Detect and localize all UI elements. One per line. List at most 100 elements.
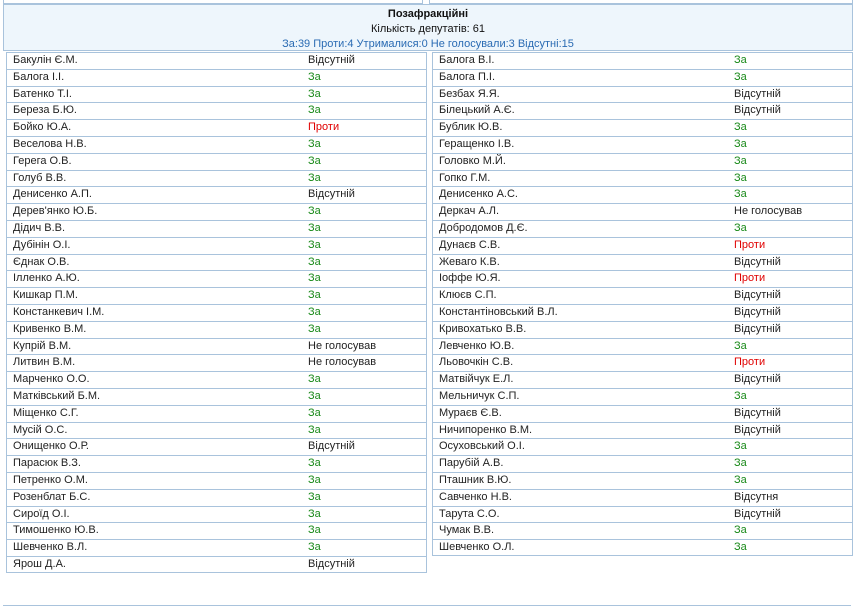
deputy-name: Балога І.І. <box>13 70 65 83</box>
deputy-vote: Проти <box>734 272 766 285</box>
deputy-row: Бойко Ю.А. Проти <box>6 119 427 136</box>
faction-title: Позафракційні <box>387 8 469 20</box>
deputy-vote: За <box>734 54 747 66</box>
deputy-vote: За <box>734 171 747 184</box>
deputy-name: Дунаєв С.В. <box>439 238 501 251</box>
deputy-name: Балога П.І. <box>439 70 496 83</box>
deputy-row: Тимошенко Ю.В. За <box>6 522 427 540</box>
deputy-row: Балога П.І. За <box>432 68 853 86</box>
deputy-row: Литвин В.М. Не голосував <box>6 354 427 372</box>
deputy-name: Міщенко С.Г. <box>13 406 79 419</box>
deputy-row: Савченко Н.В. Відсутня <box>432 488 853 506</box>
deputy-name: Кишкар П.М. <box>13 289 78 302</box>
deputies-column-left: Бакулін Є.М. Відсутній Балога І.І. За Батенк… <box>6 52 427 573</box>
deputy-name: Мураєв Є.В. <box>439 406 502 419</box>
deputy-row: Ярош Д.А. Відсутній <box>6 555 427 573</box>
deputy-vote: За <box>308 70 321 83</box>
deputy-name: Мельничук С.П. <box>439 389 520 402</box>
deputy-name: Льовочкін С.В. <box>439 356 514 369</box>
deputy-vote: За <box>308 507 321 520</box>
deputy-row: Шевченко О.Л. За <box>432 539 853 556</box>
deputy-name: Осуховський О.І. <box>439 440 525 453</box>
vote-summary: За:39 Проти:4 Утрималися:0 Не голосували… <box>282 38 574 50</box>
deputy-name: Шевченко В.Л. <box>13 541 88 554</box>
deputy-row: Дерев'янко Ю.Б. За <box>6 203 427 220</box>
deputy-name: Петренко О.М. <box>13 473 88 486</box>
deputy-vote: Відсутній <box>734 87 781 100</box>
deputy-row: Осуховський О.І. За <box>432 438 853 456</box>
deputy-row: Білецький А.Є. Відсутній <box>432 102 853 120</box>
deputy-name: Савченко Н.В. <box>439 490 512 503</box>
deputy-vote: За <box>308 137 321 150</box>
deputy-vote: За <box>308 272 321 285</box>
deputy-row: Онищенко О.Р. Відсутній <box>6 438 427 456</box>
deputy-row: Герега О.В. За <box>6 152 427 170</box>
deputy-vote: За <box>734 473 747 486</box>
deputy-vote: Відсутня <box>734 490 779 503</box>
deputy-row: Кишкар П.М. За <box>6 287 427 304</box>
deputy-vote: Відсутній <box>308 557 355 570</box>
deputy-row: Єднак О.В. За <box>6 253 427 271</box>
deputy-name: Єднак О.В. <box>13 255 70 268</box>
deputy-vote: За <box>734 524 747 537</box>
deputy-name: Парубій А.В. <box>439 457 504 470</box>
deputy-vote: За <box>308 238 321 251</box>
deputy-vote: За <box>734 121 747 134</box>
deputy-name: Пташник В.Ю. <box>439 473 512 486</box>
deputy-name: Жеваго К.В. <box>439 255 500 268</box>
deputy-name: Левченко Ю.В. <box>439 339 515 352</box>
deputy-vote: За <box>308 221 321 234</box>
deputy-name: Дубінін О.І. <box>13 238 71 251</box>
deputy-name: Геращенко І.В. <box>439 137 515 150</box>
deputy-name: Гопко Г.М. <box>439 171 491 184</box>
deputy-vote: За <box>308 373 321 386</box>
deputy-vote: Не голосував <box>734 205 803 218</box>
deputy-vote: Відсутній <box>734 507 781 520</box>
deputy-row: Марченко О.О. За <box>6 371 427 388</box>
deputy-row: Кривохатько В.В. Відсутній <box>432 320 853 338</box>
deputy-name: Купрій В.М. <box>13 339 72 352</box>
deputy-row: Мусій О.С. За <box>6 421 427 439</box>
deputy-vote: За <box>734 389 747 402</box>
deputy-name: Денисенко А.П. <box>13 188 92 201</box>
deputy-row: Ілленко А.Ю. За <box>6 270 427 288</box>
deputy-vote: Не голосував <box>308 356 377 369</box>
deputy-row: Льовочкін С.В. Проти <box>432 354 853 372</box>
deputy-name: Кривенко В.М. <box>13 322 87 335</box>
deputy-name: Мусій О.С. <box>13 423 68 436</box>
deputy-vote: За <box>734 457 747 470</box>
deputy-row: Дідич В.В. За <box>6 219 427 237</box>
deputy-vote: За <box>734 339 747 352</box>
deputy-row: Голуб В.В. За <box>6 169 427 187</box>
deputy-name: Онищенко О.Р. <box>13 440 89 453</box>
deputy-row: Батенко Т.І. За <box>6 85 427 103</box>
deputy-name: Розенблат Б.С. <box>13 490 91 503</box>
deputy-vote: Відсутній <box>734 289 781 302</box>
deputy-row: Константіновський В.Л. Відсутній <box>432 303 853 321</box>
deputy-row: Тарута С.О. Відсутній <box>432 505 853 523</box>
deputy-name: Деркач А.Л. <box>439 205 500 218</box>
deputy-name: Батенко Т.І. <box>13 87 72 100</box>
deputy-vote: Проти <box>308 121 340 134</box>
deputy-vote: За <box>734 440 747 453</box>
deputy-row: Денисенко А.П. Відсутній <box>6 186 427 204</box>
deputy-vote: За <box>308 154 321 167</box>
deputy-vote: За <box>734 188 747 201</box>
deputy-name: Дерев'янко Ю.Б. <box>13 205 98 218</box>
deputy-row: Деркач А.Л. Не голосував <box>432 203 853 220</box>
deputy-row: Левченко Ю.В. За <box>432 337 853 355</box>
deputy-row: Констанкевич І.М. За <box>6 303 427 321</box>
deputies-count: Кількість депутатів: 61 <box>370 23 486 35</box>
deputy-vote: Не голосував <box>308 339 377 352</box>
deputy-vote: Відсутній <box>308 54 355 66</box>
deputy-vote: За <box>734 221 747 234</box>
deputy-row: Парубій А.В. За <box>432 455 853 472</box>
deputy-name: Марченко О.О. <box>13 373 90 386</box>
deputy-vote: За <box>308 423 321 436</box>
deputy-row: Петренко О.М. За <box>6 471 427 489</box>
deputy-name: Ярош Д.А. <box>13 557 66 570</box>
deputy-row: Геращенко І.В. За <box>432 135 853 153</box>
deputy-name: Константіновський В.Л. <box>439 305 558 318</box>
deputy-name: Чумак В.В. <box>439 524 495 537</box>
deputy-vote: За <box>308 171 321 184</box>
